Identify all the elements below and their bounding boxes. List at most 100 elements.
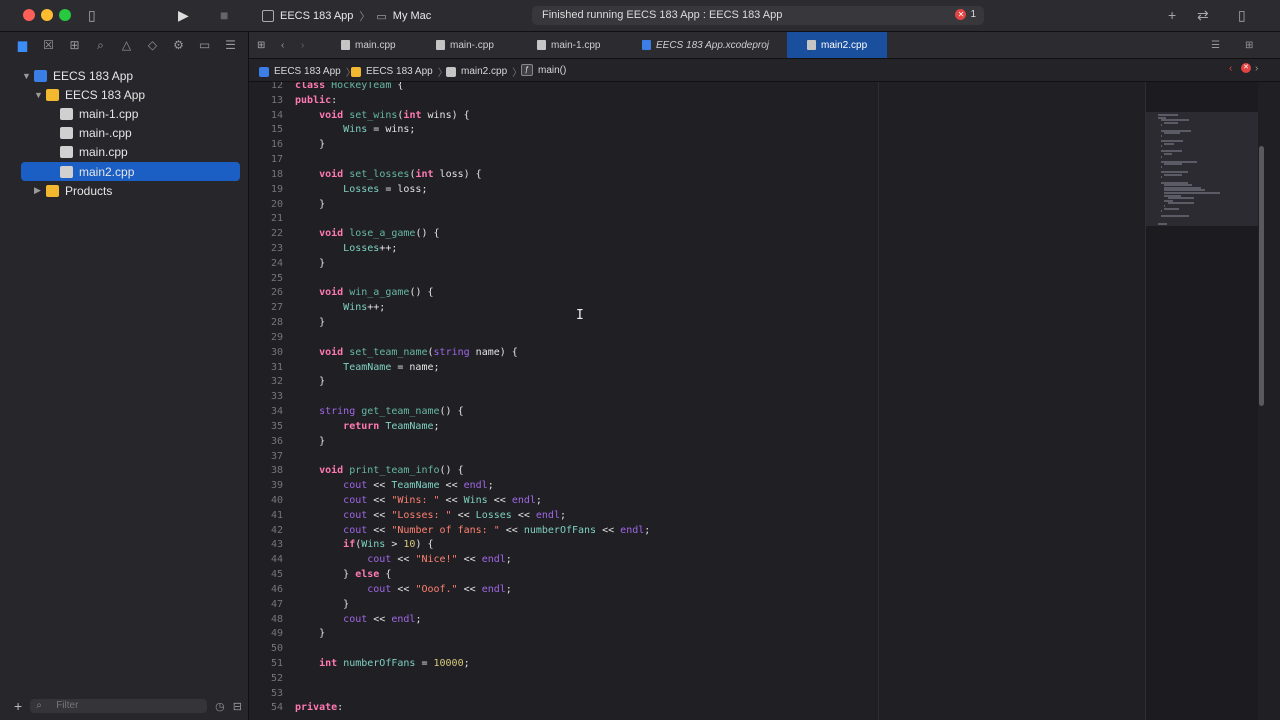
minimap[interactable] (1145, 82, 1258, 720)
minimize-window-button[interactable] (41, 9, 53, 21)
run-button[interactable]: ▶ (178, 7, 189, 24)
code-line[interactable]: 36 } (249, 434, 877, 449)
error-indicator[interactable]: ✕ 1 (955, 9, 976, 20)
inspector-toggle-icon[interactable]: ▯ (1238, 7, 1246, 24)
code-line[interactable]: 30 void set_team_name(string name) { (249, 345, 877, 360)
report-icon[interactable]: ☰ (222, 38, 239, 53)
editor-options-icon[interactable]: ☰ (1211, 32, 1220, 58)
add-file-icon[interactable]: + (14, 698, 22, 714)
sidebar-toggle-icon[interactable]: ▯ (88, 7, 96, 24)
code-line[interactable]: 29 (249, 330, 877, 345)
tree-item-file-selected[interactable]: main2.cpp (21, 162, 240, 181)
code-line[interactable]: 40 cout << "Wins: " << Wins << endl; (249, 493, 877, 508)
code-line[interactable]: 20 } (249, 197, 877, 212)
tab-main-dash-cpp[interactable]: main-.cpp (436, 32, 494, 58)
recent-files-icon[interactable]: ◷ (215, 700, 225, 713)
code-line[interactable]: 51 int numberOfFans = 10000; (249, 656, 877, 671)
warning-icon[interactable]: △ (118, 38, 135, 53)
split-editor-icon[interactable]: ⊞ (1245, 32, 1253, 58)
code-review-icon[interactable]: ⇄ (1197, 7, 1209, 24)
zoom-window-button[interactable] (59, 9, 71, 21)
code-line[interactable]: 52 (249, 671, 877, 686)
code-line[interactable]: 41 cout << "Losses: " << Losses << endl; (249, 508, 877, 523)
code-line[interactable]: 21 (249, 211, 877, 226)
code-line[interactable]: 39 cout << TeamName << endl; (249, 478, 877, 493)
code-line[interactable]: 12 class HockeyTeam { (249, 82, 877, 93)
code-line[interactable]: 15 Wins = wins; (249, 122, 877, 137)
code-line[interactable]: 54 private: (249, 700, 877, 715)
vertical-scrollbar[interactable] (1257, 82, 1267, 720)
breakpoint-icon[interactable]: ▭ (196, 38, 213, 53)
tree-item-file[interactable]: main-.cpp (60, 123, 242, 142)
code-line[interactable]: 17 (249, 152, 877, 167)
close-window-button[interactable] (23, 9, 35, 21)
code-line[interactable]: 31 TeamName = name; (249, 360, 877, 375)
code-line[interactable]: 48 cout << endl; (249, 612, 877, 627)
add-icon[interactable]: + (1168, 7, 1176, 23)
line-number: 24 (270, 257, 283, 269)
code-line[interactable]: 45 } else { (249, 567, 877, 582)
line-number: 46 (270, 583, 283, 595)
code-line[interactable]: 44 cout << "Nice!" << endl; (249, 552, 877, 567)
tree-item-file[interactable]: main-1.cpp (60, 104, 242, 123)
code-line[interactable]: 18 void set_losses(int loss) { (249, 167, 877, 182)
code-text: } (295, 598, 350, 610)
breadcrumb-group[interactable]: EECS 183 App 〉 (351, 64, 448, 79)
next-issue-icon[interactable]: › (1255, 63, 1258, 74)
tree-item-project[interactable]: ▼ EECS 183 App (22, 66, 242, 85)
tab-main2-cpp[interactable]: main2.cpp (787, 32, 887, 58)
code-line[interactable]: 50 (249, 641, 877, 656)
filter-options-icon[interactable]: ⊟ (233, 700, 242, 713)
tree-item-group[interactable]: ▼ EECS 183 App (34, 85, 242, 104)
symbol-icon[interactable]: ⊞ (66, 38, 83, 53)
code-line[interactable]: 23 Losses++; (249, 241, 877, 256)
code-line[interactable]: 33 (249, 389, 877, 404)
filter-input[interactable]: ⌕ Filter (30, 699, 208, 713)
code-line[interactable]: 35 return TeamName; (249, 419, 877, 434)
code-line[interactable]: 38 void print_team_info() { (249, 463, 877, 478)
code-line[interactable]: 24 } (249, 256, 877, 271)
code-line[interactable]: 34 string get_team_name() { (249, 404, 877, 419)
tab-xcodeproj[interactable]: EECS 183 App.xcodeproj (642, 32, 769, 58)
scrollbar-thumb[interactable] (1259, 146, 1264, 406)
breadcrumb-label: main() (538, 64, 567, 76)
source-control-icon[interactable]: ☒ (40, 38, 57, 53)
code-line[interactable]: 43 if(Wins > 10) { (249, 537, 877, 552)
code-line[interactable]: 13 public: (249, 93, 877, 108)
back-icon[interactable]: ‹ (281, 32, 284, 58)
debug-icon[interactable]: ⚙ (170, 38, 187, 53)
tree-item-products[interactable]: ▶ Products (34, 181, 242, 200)
line-number: 38 (270, 465, 283, 477)
test-icon[interactable]: ◇ (144, 38, 161, 53)
tab-main-1-cpp[interactable]: main-1.cpp (537, 32, 600, 58)
error-icon[interactable]: ✕ (1241, 63, 1251, 73)
related-items-icon[interactable]: ⊞ (257, 32, 265, 58)
code-line[interactable]: 19 Losses = loss; (249, 182, 877, 197)
code-line[interactable]: 26 void win_a_game() { (249, 285, 877, 300)
breadcrumb-project[interactable]: EECS 183 App 〉 (259, 64, 356, 79)
scheme-selector[interactable]: EECS 183 App 〉 ▭ My Mac (262, 8, 431, 24)
breadcrumb-file[interactable]: main2.cpp 〉 (446, 64, 522, 79)
code-line[interactable]: 42 cout << "Number of fans: " << numberO… (249, 523, 877, 538)
tab-main-cpp[interactable]: main.cpp (341, 32, 396, 58)
code-line[interactable]: 16 } (249, 137, 877, 152)
breadcrumb-symbol[interactable]: ƒ main() (521, 64, 566, 76)
code-line[interactable]: 47 } (249, 597, 877, 612)
forward-icon[interactable]: › (301, 32, 304, 58)
tree-item-file[interactable]: main.cpp (60, 142, 242, 161)
code-line[interactable]: 37 (249, 449, 877, 464)
code-line[interactable]: 22 void lose_a_game() { (249, 226, 877, 241)
code-line[interactable]: 32 } (249, 374, 877, 389)
code-line[interactable]: 27 Wins++; (249, 300, 877, 315)
code-line[interactable]: 28 } (249, 315, 877, 330)
code-line[interactable]: 14 void set_wins(int wins) { (249, 108, 877, 123)
search-icon[interactable]: ⌕ (92, 38, 109, 53)
code-line[interactable]: 46 cout << "Ooof." << endl; (249, 582, 877, 597)
source-editor[interactable]: 12 class HockeyTeam {13 public: 14 void set… (249, 82, 877, 720)
previous-issue-icon[interactable]: ‹ (1229, 63, 1232, 74)
code-line[interactable]: 49 } (249, 626, 877, 641)
stop-button[interactable]: ■ (220, 7, 228, 23)
folder-icon[interactable]: ▆ (14, 38, 31, 53)
code-line[interactable]: 53 (249, 686, 877, 701)
code-line[interactable]: 25 (249, 271, 877, 286)
